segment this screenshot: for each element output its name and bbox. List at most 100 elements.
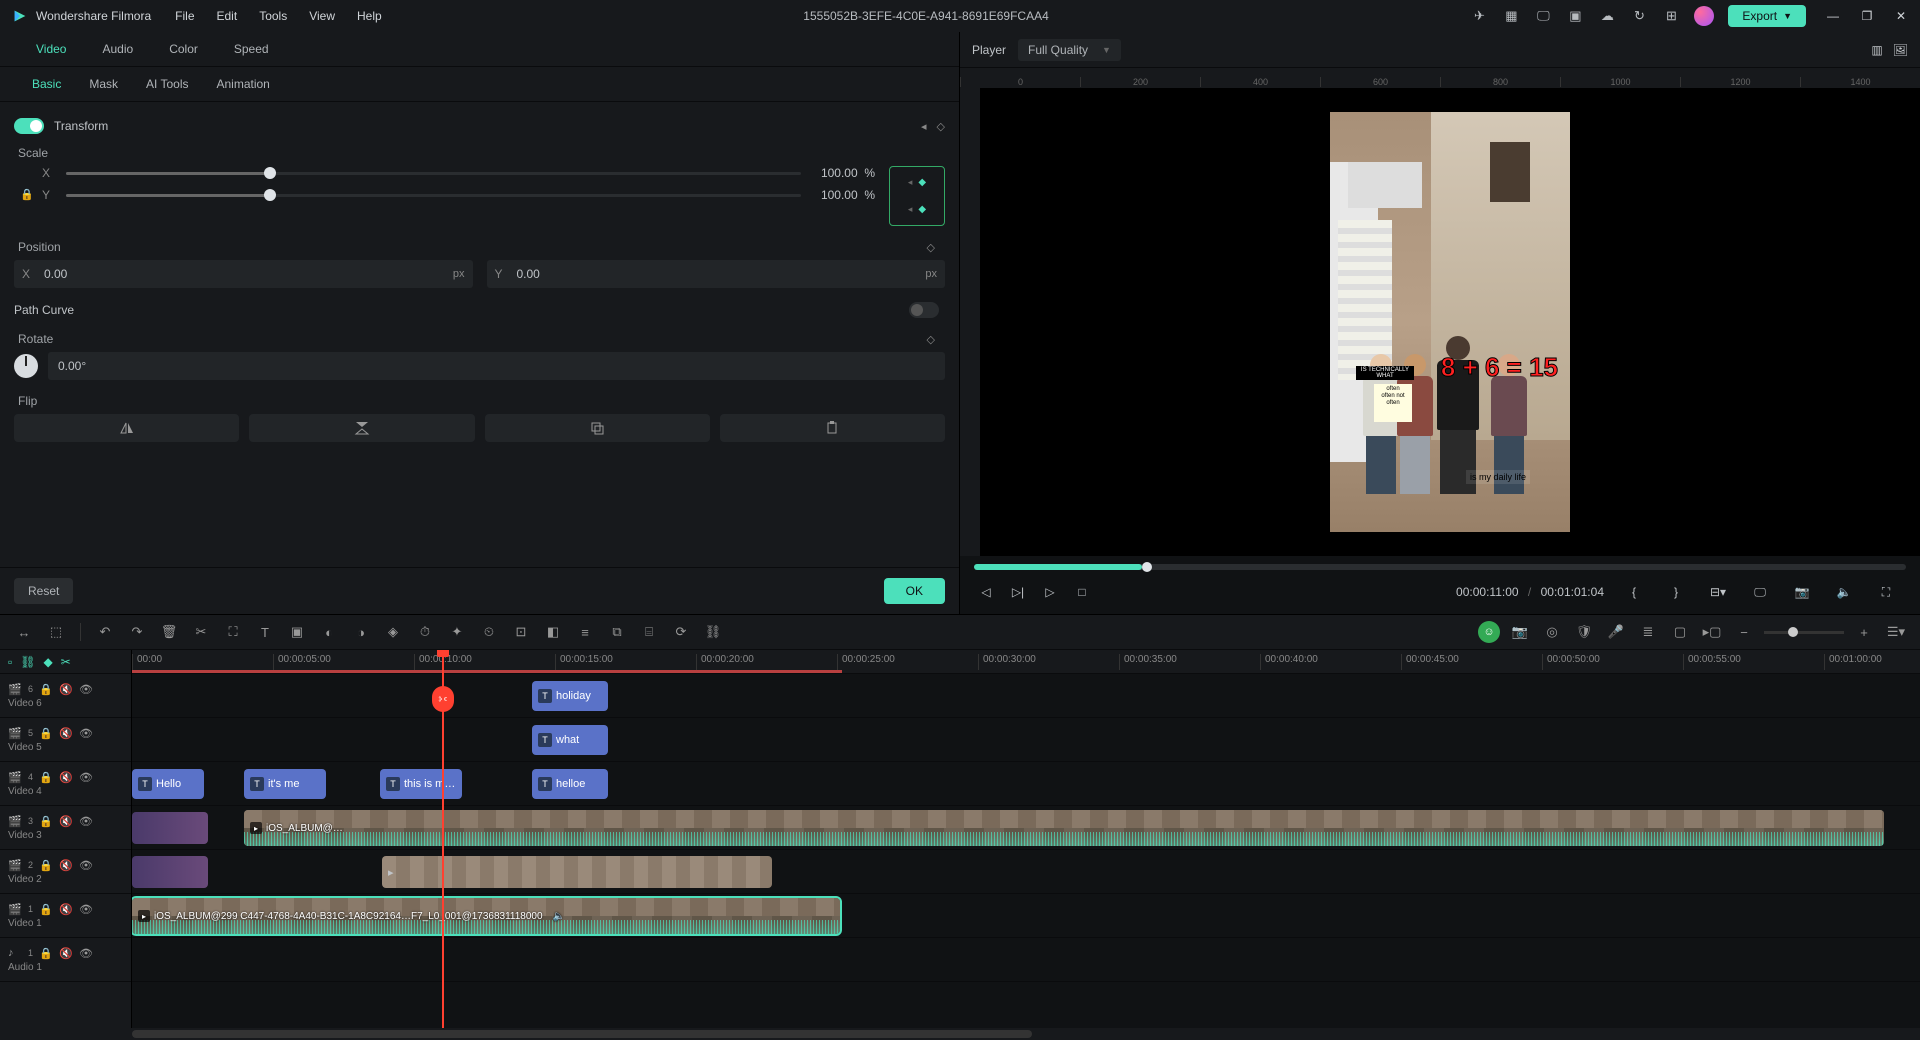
track-header-a1[interactable]: ♪1🔒🔇👁Audio 1 bbox=[0, 938, 131, 982]
player-progress[interactable] bbox=[974, 564, 1906, 570]
group-icon[interactable]: ⌸ bbox=[637, 620, 661, 644]
stop-button[interactable]: □ bbox=[1070, 580, 1094, 604]
track-header-v5[interactable]: 🎬5🔒🔇👁Video 5 bbox=[0, 718, 131, 762]
clip-img[interactable] bbox=[132, 856, 208, 888]
magnet-icon[interactable]: ▫ bbox=[8, 655, 12, 669]
apps-icon[interactable]: ⊞ bbox=[1662, 7, 1680, 25]
tab-color[interactable]: Color bbox=[151, 32, 216, 66]
snapshot-icon[interactable]: 📷 bbox=[1790, 580, 1814, 604]
crop-icon[interactable]: ⛶ bbox=[221, 620, 245, 644]
time-ruler[interactable]: 00:0000:00:05:0000:00:10:0000:00:15:0000… bbox=[132, 650, 1920, 674]
bracket-out-icon[interactable]: } bbox=[1664, 580, 1688, 604]
zoom-in-icon[interactable]: + bbox=[1852, 620, 1876, 644]
preview-canvas[interactable]: IS TECHNICALLY WHAT often often not ofte… bbox=[980, 88, 1920, 556]
track-header-v6[interactable]: 🎬6🔒🔇👁Video 6 bbox=[0, 674, 131, 718]
tab-basic[interactable]: Basic bbox=[18, 67, 75, 101]
kf-add-icon[interactable]: ◇ bbox=[937, 120, 945, 133]
track-focus-icon[interactable]: ⊡ bbox=[509, 620, 533, 644]
quality-dropdown[interactable]: Full Quality▼ bbox=[1018, 39, 1121, 61]
text-icon[interactable]: T bbox=[253, 620, 277, 644]
paste-button[interactable] bbox=[720, 414, 945, 442]
tab-animation[interactable]: Animation bbox=[202, 67, 283, 101]
user-avatar[interactable] bbox=[1694, 6, 1714, 26]
timeline-horizontal-scrollbar[interactable] bbox=[0, 1028, 1920, 1040]
template-icon[interactable]: ▦ bbox=[1502, 7, 1520, 25]
history-icon[interactable]: ↻ bbox=[1630, 7, 1648, 25]
undo-icon[interactable]: ↶ bbox=[93, 620, 117, 644]
position-keyframe-icon[interactable]: ◇ bbox=[927, 241, 945, 254]
menu-edit[interactable]: Edit bbox=[217, 9, 238, 23]
play-button[interactable]: ▷ bbox=[1038, 580, 1062, 604]
tab-video[interactable]: Video bbox=[18, 32, 84, 66]
clip-video[interactable]: ▸iOS_ALBUM@… bbox=[244, 810, 1884, 846]
window-maximize[interactable]: ❐ bbox=[1860, 9, 1874, 23]
split-icon[interactable]: ✂ bbox=[189, 620, 213, 644]
ripple-icon[interactable]: ⟳ bbox=[669, 620, 693, 644]
send-icon[interactable]: ✈ bbox=[1470, 7, 1488, 25]
clip-text[interactable]: Thelloe bbox=[532, 769, 608, 799]
clip-text[interactable]: Twhat bbox=[532, 725, 608, 755]
prev-frame-button[interactable]: ◁ bbox=[974, 580, 998, 604]
tab-speed[interactable]: Speed bbox=[216, 32, 287, 66]
track-header-v1[interactable]: 🎬1🔒🔇👁Video 1 bbox=[0, 894, 131, 938]
window-minimize[interactable]: — bbox=[1826, 9, 1840, 23]
fullscreen-icon[interactable]: ⛶ bbox=[1874, 580, 1898, 604]
next-frame-button[interactable]: ▷| bbox=[1006, 580, 1030, 604]
clip-text[interactable]: Tit's me bbox=[244, 769, 326, 799]
select-tool-icon[interactable]: ⬚ bbox=[44, 620, 68, 644]
zoom-out-icon[interactable]: − bbox=[1732, 620, 1756, 644]
picture-icon[interactable]: 🖼 bbox=[1893, 43, 1908, 57]
scale-lock-icon[interactable]: 🔒 bbox=[20, 188, 34, 201]
mask-tool-icon[interactable]: ◧ bbox=[541, 620, 565, 644]
link-icon[interactable]: ⛓ bbox=[20, 655, 35, 669]
path-curve-toggle[interactable] bbox=[909, 302, 939, 318]
position-x-field[interactable]: X 0.00 px bbox=[14, 260, 473, 288]
clip-text[interactable]: THello bbox=[132, 769, 204, 799]
rotate-field[interactable]: 0.00° bbox=[48, 352, 945, 380]
track-view-icon[interactable]: ☰▾ bbox=[1884, 620, 1908, 644]
color-adjust-icon[interactable]: ◑ bbox=[349, 620, 373, 644]
clip-text[interactable]: Tthis is m… bbox=[380, 769, 462, 799]
track-v4[interactable]: THello Tit's me Tthis is m… Thelloe bbox=[132, 762, 1920, 806]
enhance-icon[interactable]: ✦ bbox=[445, 620, 469, 644]
screenshot-icon[interactable]: ▣ bbox=[1566, 7, 1584, 25]
menu-tools[interactable]: Tools bbox=[259, 9, 287, 23]
track-v2[interactable]: ▸ bbox=[132, 850, 1920, 894]
render-icon[interactable]: ▸▢ bbox=[1700, 620, 1724, 644]
mic-icon[interactable]: 🎤 bbox=[1604, 620, 1628, 644]
menu-help[interactable]: Help bbox=[357, 9, 382, 23]
zoom-slider[interactable] bbox=[1764, 631, 1844, 634]
transform-toggle[interactable] bbox=[14, 118, 44, 134]
track-header-v3[interactable]: 🎬3🔒🔇👁Video 3 bbox=[0, 806, 131, 850]
track-header-v4[interactable]: 🎬4🔒🔇👁Video 4 bbox=[0, 762, 131, 806]
clip-seq[interactable]: ▸ bbox=[382, 856, 772, 888]
reset-button[interactable]: Reset bbox=[14, 578, 73, 604]
tab-audio[interactable]: Audio bbox=[84, 32, 151, 66]
camera-tool-icon[interactable]: 📷 bbox=[1508, 620, 1532, 644]
monitor-icon[interactable]: 🖵 bbox=[1534, 7, 1552, 25]
menu-view[interactable]: View bbox=[309, 9, 335, 23]
keyframe-icon[interactable]: ◈ bbox=[381, 620, 405, 644]
effect-icon[interactable]: ◐ bbox=[317, 620, 341, 644]
clip-video[interactable]: ▸iOS_ALBUM@299 C447-4768-4A40-B31C-1A8C9… bbox=[132, 898, 840, 934]
copy-button[interactable] bbox=[485, 414, 710, 442]
kf-prev-icon[interactable]: ◂ bbox=[921, 120, 927, 133]
cursor-tool-icon[interactable]: ↔ bbox=[12, 620, 36, 644]
ai-face-icon[interactable]: ☺ bbox=[1478, 621, 1500, 643]
redo-icon[interactable]: ↷ bbox=[125, 620, 149, 644]
timer-icon[interactable]: ⏲ bbox=[477, 620, 501, 644]
track-v1[interactable]: ▸iOS_ALBUM@299 C447-4768-4A40-B31C-1A8C9… bbox=[132, 894, 1920, 938]
rotate-knob[interactable] bbox=[14, 354, 38, 378]
menu-file[interactable]: File bbox=[175, 9, 194, 23]
mixer-icon[interactable]: ≣ bbox=[1636, 620, 1660, 644]
circle-tool-icon[interactable]: ◎ bbox=[1540, 620, 1564, 644]
speed-tool-icon[interactable]: ⏱ bbox=[413, 620, 437, 644]
clip-text[interactable]: Tholiday bbox=[532, 681, 608, 711]
freeze-icon[interactable]: ▣ bbox=[285, 620, 309, 644]
track-v3[interactable]: ▸iOS_ALBUM@… bbox=[132, 806, 1920, 850]
shield-icon[interactable]: 🛡 bbox=[1572, 620, 1596, 644]
scale-y-slider[interactable] bbox=[66, 194, 801, 197]
group2-icon[interactable]: ⧉ bbox=[605, 620, 629, 644]
scale-x-slider[interactable] bbox=[66, 172, 801, 175]
delete-icon[interactable]: 🗑 bbox=[157, 620, 181, 644]
